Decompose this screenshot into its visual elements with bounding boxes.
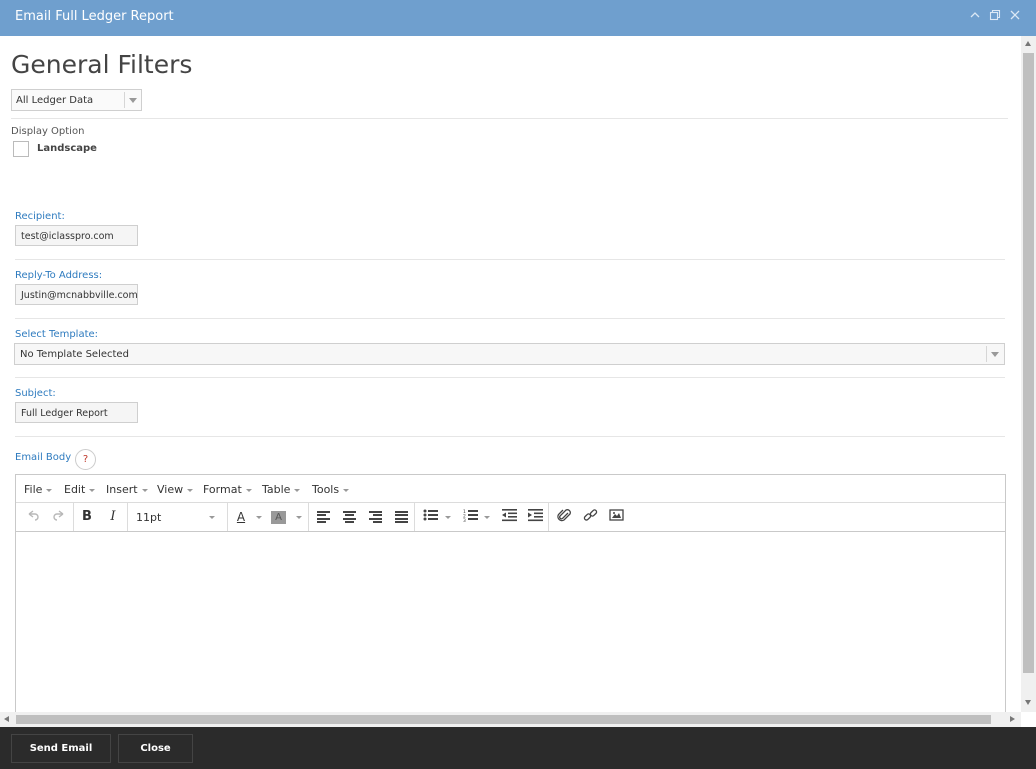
help-icon[interactable]: ? [75,449,96,470]
menu-insert[interactable]: Insert [106,483,148,496]
close-button[interactable]: Close [118,734,193,763]
select-divider [124,92,125,108]
horizontal-scroll-thumb[interactable] [16,715,991,724]
toolbar-separator [127,503,128,531]
chevron-down-icon[interactable] [129,98,137,103]
chevron-down-icon[interactable] [445,516,451,519]
template-select[interactable]: No Template Selected [14,343,1005,365]
select-divider [986,346,987,362]
menu-table[interactable]: Table [262,483,301,496]
menu-tools-label: Tools [312,483,340,496]
menu-view-label: View [157,483,184,496]
reply-to-field[interactable]: Justin@mcnabbville.com [15,284,138,305]
menu-edit[interactable]: Edit [64,483,96,496]
dialog-content: General Filters All Ledger Data Display … [0,36,1021,712]
template-select-value: No Template Selected [20,349,129,360]
dialog-footer: Send Email Close [0,727,1036,769]
window-titlebar: Email Full Ledger Report [0,0,1036,36]
align-left-icon[interactable] [317,511,330,523]
align-justify-icon[interactable] [395,511,408,523]
minimize-icon[interactable] [968,9,982,23]
recipient-field[interactable]: test@iclasspro.com [15,225,138,246]
link-icon[interactable] [582,508,598,526]
email-body-textarea[interactable] [16,532,1005,712]
indent-icon[interactable] [527,508,543,526]
menu-file-label: File [24,483,43,496]
reply-to-label: Reply-To Address: [15,270,103,281]
menu-edit-label: Edit [64,483,86,496]
divider [15,318,1005,319]
subject-field[interactable]: Full Ledger Report [15,402,138,423]
text-color-icon[interactable]: A [232,508,250,526]
landscape-checkbox[interactable] [13,141,29,157]
divider [11,118,1008,119]
bold-icon[interactable]: B [78,508,96,526]
background-color-icon[interactable]: A [271,511,286,524]
recipient-label: Recipient: [15,211,65,222]
outdent-icon[interactable] [501,508,517,526]
toolbar-separator [414,503,415,531]
menu-insert-label: Insert [106,483,138,496]
menu-file[interactable]: File [24,483,53,496]
undo-icon[interactable] [24,508,42,526]
attachment-icon[interactable] [556,508,572,526]
divider [15,377,1005,378]
chevron-down-icon[interactable] [991,352,999,357]
toolbar-separator [73,503,74,531]
window-title: Email Full Ledger Report [15,9,174,24]
align-right-icon[interactable] [369,511,382,523]
display-option-label: Display Option [11,126,85,137]
page-title: General Filters [11,50,193,79]
toolbar-separator [227,503,228,531]
vertical-scroll-thumb[interactable] [1023,53,1034,673]
divider [15,436,1005,437]
scroll-left-icon[interactable] [4,716,9,722]
menu-view[interactable]: View [157,483,194,496]
numbered-list-icon[interactable]: 123 [462,508,478,526]
subject-label: Subject: [15,388,56,399]
align-center-icon[interactable] [343,511,356,523]
chevron-down-icon[interactable] [296,516,302,519]
chevron-down-icon[interactable] [256,516,262,519]
redo-icon[interactable] [50,508,68,526]
italic-icon[interactable]: I [104,508,122,526]
horizontal-scrollbar[interactable] [0,712,1021,727]
toolbar-separator [308,503,309,531]
svg-text:3: 3 [463,518,466,522]
close-icon[interactable] [1008,9,1022,23]
scroll-up-icon[interactable] [1025,41,1031,46]
editor-toolbar: B I 11pt A A 123 [16,503,1005,532]
chevron-down-icon[interactable] [209,516,215,519]
chevron-down-icon[interactable] [484,516,490,519]
scroll-down-icon[interactable] [1025,700,1031,705]
menu-table-label: Table [262,483,291,496]
ledger-data-select-value: All Ledger Data [16,95,94,106]
image-icon[interactable] [608,508,624,526]
email-body-label: Email Body [15,452,72,463]
maximize-icon[interactable] [988,9,1002,23]
menu-format[interactable]: Format [203,483,252,496]
font-size-select[interactable]: 11pt [136,511,161,524]
send-email-button[interactable]: Send Email [11,734,111,763]
email-body-editor: File Edit Insert View Format Table Tools… [15,474,1006,712]
landscape-label: Landscape [37,143,97,154]
menu-format-label: Format [203,483,242,496]
divider [15,259,1005,260]
template-label: Select Template: [15,329,99,340]
scroll-right-icon[interactable] [1010,716,1015,722]
toolbar-separator [548,503,549,531]
ledger-data-select[interactable]: All Ledger Data [11,89,142,111]
bullet-list-icon[interactable] [422,508,438,526]
menu-tools[interactable]: Tools [312,483,350,496]
editor-menubar: File Edit Insert View Format Table Tools [16,475,1005,503]
vertical-scrollbar[interactable] [1021,36,1036,712]
